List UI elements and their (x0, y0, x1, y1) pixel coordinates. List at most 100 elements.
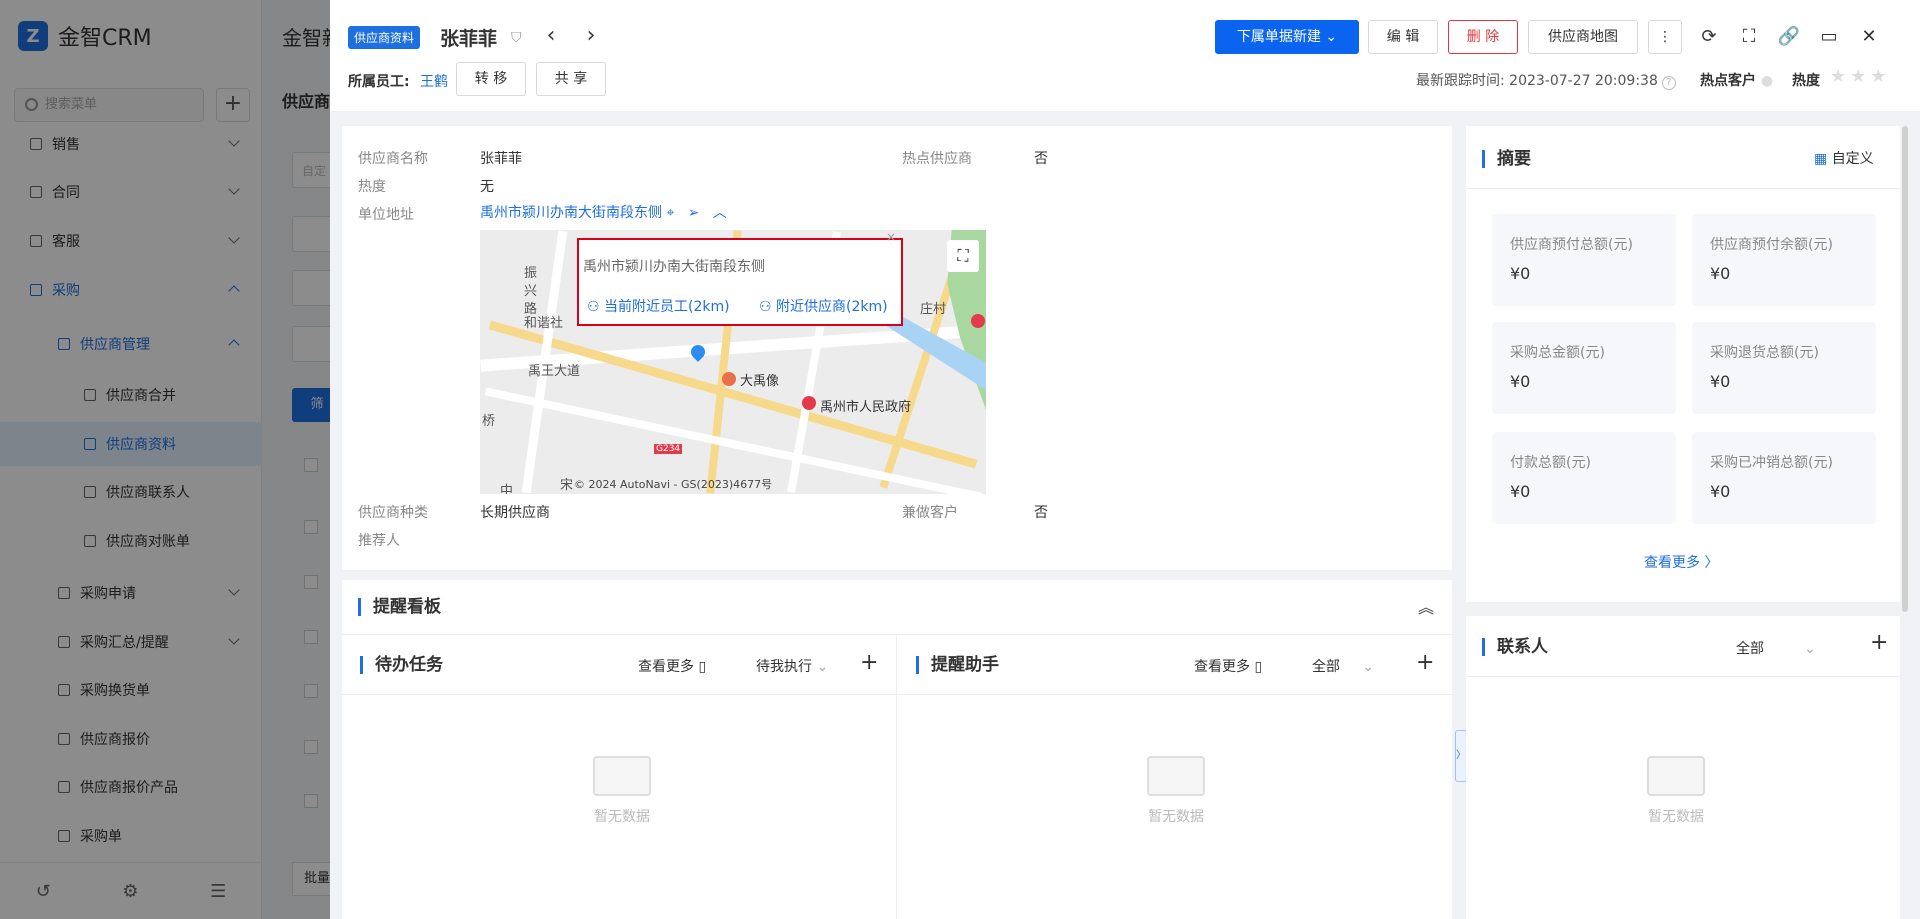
nearby-supplier-link[interactable]: ⚇ 附近供应商(2km) (759, 296, 888, 316)
map-label: 禹州市人民政府 (820, 400, 912, 415)
todo-empty-state: 暂无数据 (562, 756, 682, 826)
owner-name-link[interactable]: 王鹤 (420, 71, 448, 91)
map-label: 宋 (560, 478, 574, 493)
address-map[interactable]: 振 兴 路 和谐社 禹王大道 大禹像 禹州市人民政府 庄村 桥 宋 中 G234… (480, 230, 986, 494)
next-record-icon[interactable]: › (580, 24, 602, 50)
contacts-empty-state: 暂无数据 (1616, 756, 1736, 826)
record-name: 张菲菲 (440, 28, 498, 50)
empty-tray-icon (593, 756, 651, 796)
heat-rating-stars[interactable]: ★★★ (1830, 66, 1890, 87)
chevron-right-icon: 〉 (1704, 555, 1719, 571)
government-icon (802, 396, 816, 410)
supplier-info-card: 供应商名称 张菲菲 热点供应商 否 热度 无 单位地址 禹州市颍川办南大街南段东… (342, 126, 1452, 570)
reminder-board-title: 提醒看板 (358, 598, 441, 616)
location-pin-icon[interactable]: ⌖ (666, 205, 674, 221)
empty-tray-icon (1647, 756, 1705, 796)
todo-more-link[interactable]: 查看更多 ▯ (638, 656, 706, 676)
field-label: 单位地址 (358, 207, 414, 223)
hospital-icon (971, 314, 985, 328)
customize-link[interactable]: ▦ 自定义 (1814, 148, 1874, 168)
people-icon: ⚇ (759, 299, 772, 315)
map-label: 和谐社 (524, 316, 564, 331)
landmark-icon (722, 372, 736, 386)
collapse-up-icon[interactable]: ︽ (1418, 594, 1434, 618)
map-label: 大禹像 (740, 374, 780, 389)
assistant-more-link[interactable]: 查看更多 ▯ (1194, 656, 1262, 676)
field-value: 张菲菲 (480, 151, 522, 167)
person-icon: ⚇ (587, 299, 600, 315)
edit-button[interactable]: 编 辑 (1368, 20, 1438, 54)
help-icon[interactable]: ? (1661, 76, 1676, 90)
popup-close-icon[interactable]: × (886, 230, 896, 244)
window-icon[interactable]: ▭ (1816, 24, 1842, 50)
popup-address: 禹州市颍川办南大街南段东侧 (583, 259, 765, 275)
transfer-button[interactable]: 转 移 (456, 62, 526, 96)
summary-title: 摘要 (1482, 150, 1531, 168)
summary-card: 摘要 ▦ 自定义 供应商预付总额(元) ¥0 供应商预付余额(元) ¥0 采购总金额… (1466, 126, 1900, 602)
add-reminder-button[interactable]: + (1416, 650, 1434, 675)
contacts-filter-select[interactable]: 全部 ⌄ (1736, 638, 1816, 658)
field-label: 热点供应商 (902, 151, 972, 167)
stat-prepay-total: 供应商预付总额(元) ¥0 (1492, 214, 1676, 306)
more-actions-button[interactable]: ⋮ (1648, 20, 1682, 54)
refresh-icon[interactable]: ⟳ (1696, 24, 1722, 50)
supplier-detail-drawer: 供应商资料 张菲菲 ⛉ ‹ › 所属员工: 王鹤 转 移 共 享 下属单据新建 … (330, 0, 1920, 919)
map-info-popup: 禹州市颍川办南大街南段东侧 ⚇ 当前附近员工(2km) ⚇ 附近供应商(2km) (577, 238, 903, 326)
close-icon[interactable]: ✕ (1856, 24, 1882, 50)
assistant-title: 提醒助手 (916, 656, 999, 674)
prev-record-icon[interactable]: ‹ (540, 24, 562, 50)
map-label: 兴 (524, 284, 538, 299)
map-fullscreen-icon[interactable]: ⛶ (947, 240, 979, 272)
field-value: 否 (1034, 151, 1048, 167)
todo-title: 待办任务 (360, 656, 443, 674)
assistant-empty-state: 暂无数据 (1116, 756, 1236, 826)
new-sub-document-button[interactable]: 下属单据新建 ⌄ (1215, 20, 1359, 54)
navigate-icon[interactable]: ➢ (688, 205, 700, 221)
divider (1466, 676, 1900, 677)
todo-filter-select[interactable]: 待我执行 ⌄ (756, 656, 828, 676)
last-track-time: 最新跟踪时间: 2023-07-27 20:09:38? (1416, 70, 1676, 90)
highway-badge: G234 (654, 444, 683, 454)
add-todo-button[interactable]: + (860, 650, 878, 675)
drawer-header: 供应商资料 张菲菲 ⛉ ‹ › 所属员工: 王鹤 转 移 共 享 下属单据新建 … (330, 0, 1920, 112)
link-icon[interactable]: 🔗 (1776, 24, 1802, 50)
map-copyright: © 2024 AutoNavi - GS(2023)4677号 (574, 478, 773, 491)
add-contact-button[interactable]: + (1870, 630, 1888, 655)
map-label: 振 (524, 266, 538, 281)
field-value: 长期供应商 (480, 505, 550, 521)
stat-prepay-balance: 供应商预付余额(元) ¥0 (1692, 214, 1876, 306)
assistant-filter-select[interactable]: 全部 ⌄ (1312, 656, 1374, 676)
contacts-card: 联系人 全部 ⌄ + 暂无数据 (1466, 616, 1900, 919)
map-label: 庄村 (920, 302, 947, 317)
chevron-down-icon: ⌄ (816, 659, 829, 675)
field-value: 否 (1034, 505, 1048, 521)
empty-tray-icon (1147, 756, 1205, 796)
delete-button[interactable]: 删 除 (1448, 20, 1518, 54)
divider (342, 634, 1452, 635)
toggle-icon[interactable]: ● (1761, 73, 1773, 89)
share-button[interactable]: 共 享 (536, 62, 606, 96)
field-value: 无 (480, 179, 494, 195)
fullscreen-icon[interactable]: ⛶ (1736, 24, 1762, 50)
reminder-board: 提醒看板 ︽ 待办任务 查看更多 ▯ 待我执行 ⌄ + 暂无数据 提醒助手 查看… (342, 580, 1452, 919)
map-label: 中 (500, 484, 514, 494)
record-type-badge: 供应商资料 (348, 26, 421, 49)
supplier-map-button[interactable]: 供应商地图 (1528, 20, 1638, 54)
divider (896, 634, 897, 919)
summary-more-link[interactable]: 查看更多 〉 (1644, 552, 1718, 572)
chevron-up-icon[interactable]: ︿ (713, 205, 727, 221)
stat-payment-total: 付款总额(元) ¥0 (1492, 432, 1676, 524)
stat-purchase-total: 采购总金额(元) ¥0 (1492, 322, 1676, 414)
divider (1466, 188, 1900, 189)
divider (342, 694, 1452, 695)
map-label: 桥 (482, 414, 496, 429)
nearby-staff-link[interactable]: ⚇ 当前附近员工(2km) (587, 296, 730, 316)
shield-icon[interactable]: ⛉ (511, 30, 525, 46)
chevron-down-icon: ⌄ (1804, 641, 1816, 657)
address-link[interactable]: 禹州市颍川办南大街南段东侧 ⌖ ➢ ︿ (480, 202, 727, 222)
chevron-down-icon: ⌄ (1362, 659, 1374, 675)
scrollbar[interactable] (1902, 126, 1908, 612)
book-icon: ▯ (1254, 659, 1263, 675)
field-label: 热度 (358, 179, 386, 195)
field-label: 兼做客户 (902, 505, 958, 521)
